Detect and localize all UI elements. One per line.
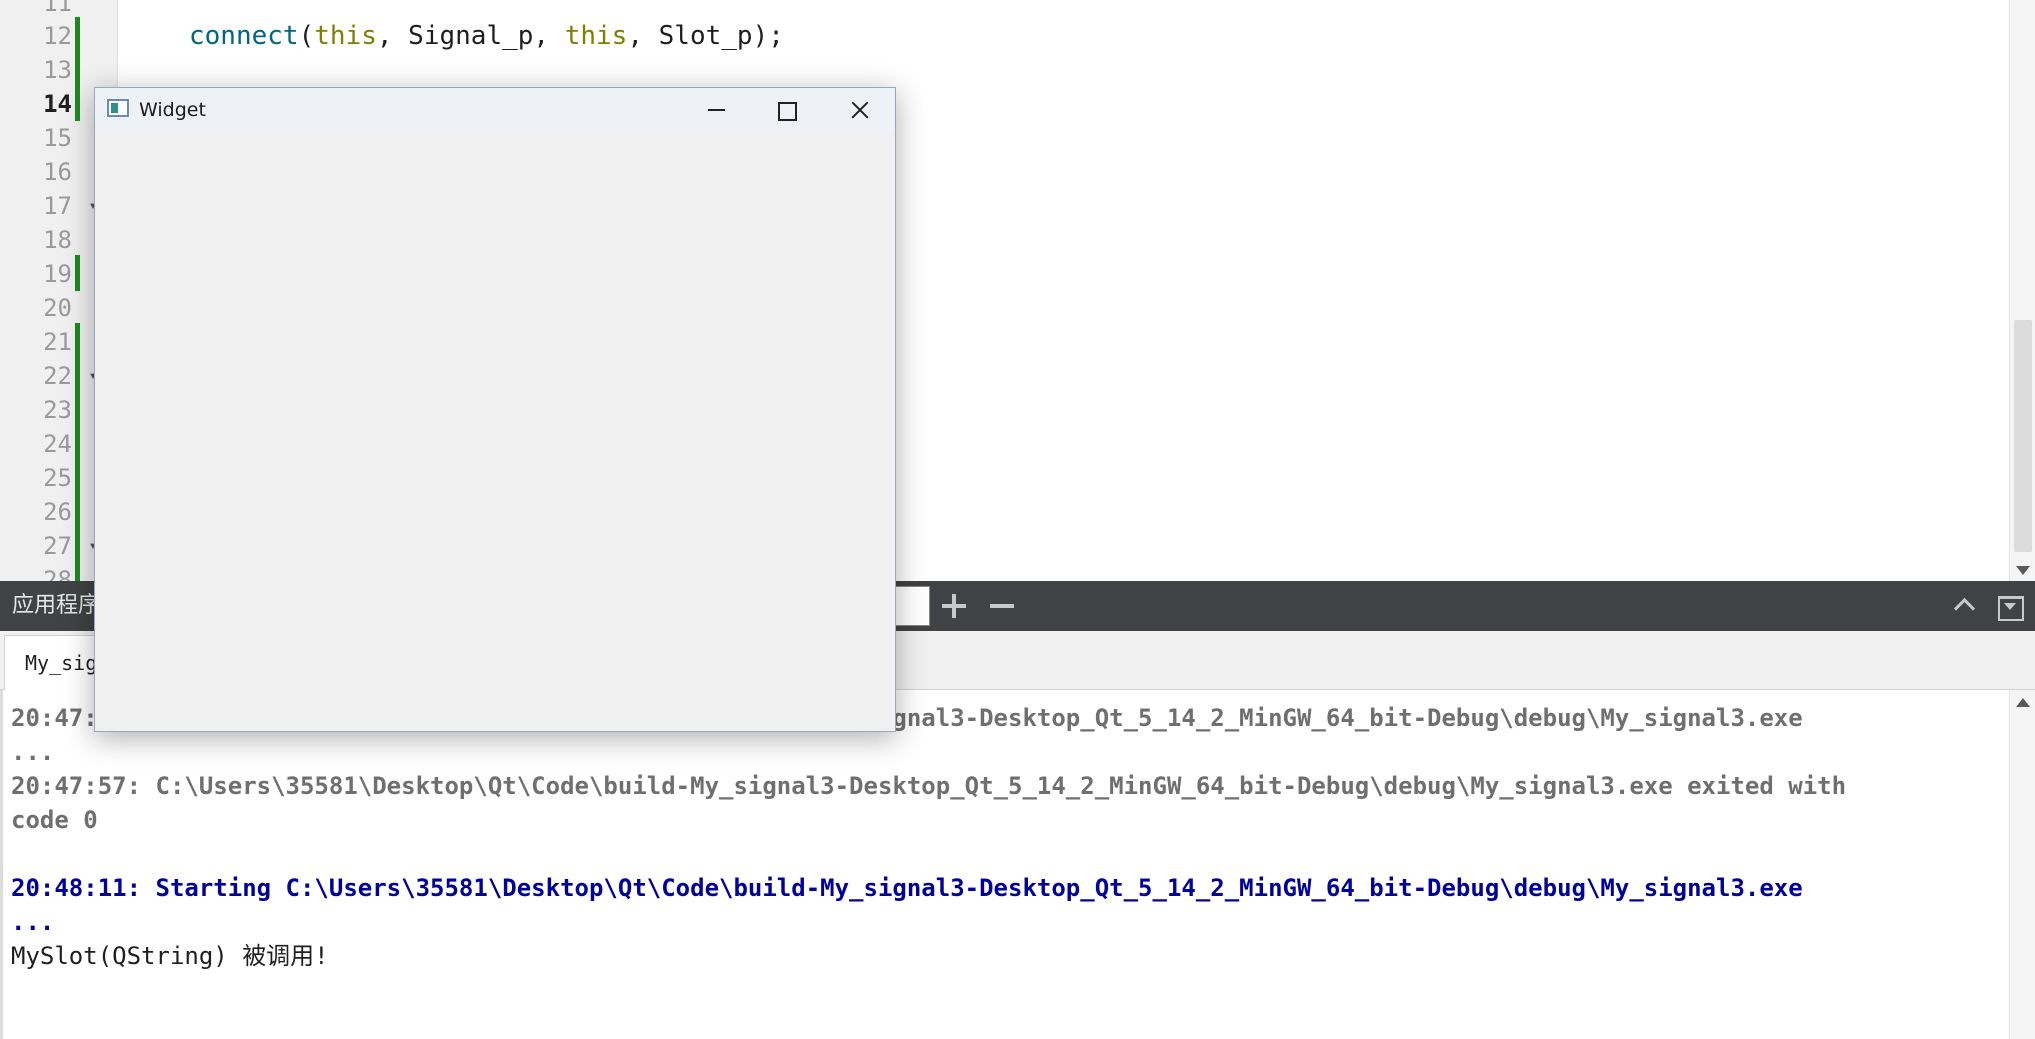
line-number: 18 (43, 226, 72, 254)
line-number: 16 (43, 158, 72, 186)
maximize-icon[interactable] (751, 88, 821, 132)
code-token-identifier: Slot_p (658, 21, 753, 51)
collapse-up-icon[interactable] (1948, 590, 1980, 622)
output-line-ellipsis: ... (11, 908, 55, 936)
output-line-program: MySlot(QString) 被调用! (11, 942, 329, 970)
line-number: 22 (43, 362, 72, 390)
code-token-punct: , (533, 21, 565, 51)
output-line-start: 20:48:11: Starting C:\Users\35581\Deskto… (11, 874, 1803, 902)
code-token-function: connect (189, 21, 299, 51)
app-window-icon (107, 99, 129, 117)
scroll-down-icon[interactable] (2016, 566, 2030, 575)
line-number: 17 (43, 192, 72, 220)
code-token-keyword: this (564, 21, 628, 51)
output-scrollbar[interactable] (2009, 690, 2035, 1039)
line-number: 26 (43, 498, 72, 526)
window-title: Widget (139, 99, 206, 121)
line-number: 11 (43, 0, 72, 17)
change-marker (75, 17, 80, 121)
line-number: 24 (43, 430, 72, 458)
widget-window[interactable]: Widget (94, 87, 896, 732)
line-number: 20 (43, 294, 72, 322)
line-number: 28 (43, 566, 72, 581)
minimize-icon[interactable] (681, 88, 751, 132)
code-token-identifier: Signal_p (408, 21, 534, 51)
line-number: 23 (43, 396, 72, 424)
line-number: 13 (43, 56, 72, 84)
window-client-area[interactable] (95, 132, 895, 731)
code-token-punct: ); (752, 21, 784, 51)
add-icon[interactable] (938, 590, 970, 622)
output-line-exit-code: code 0 (11, 806, 98, 834)
line-number: 12 (43, 22, 72, 50)
editor-scrollbar[interactable] (2009, 0, 2035, 581)
editor-scrollbar-thumb[interactable] (2014, 320, 2032, 552)
output-line-exit: 20:47:57: C:\Users\35581\Desktop\Qt\Code… (11, 772, 1847, 800)
code-token-punct: , (376, 21, 409, 51)
pane-menu-icon[interactable] (1993, 590, 2025, 622)
line-number: 27 (43, 532, 72, 560)
code-token-punct: , (627, 21, 659, 51)
code-token-keyword: this (314, 21, 377, 51)
window-titlebar[interactable]: Widget (95, 88, 895, 132)
line-number-current: 14 (43, 90, 72, 118)
line-number: 19 (43, 260, 72, 288)
output-line-ellipsis: ... (11, 738, 55, 766)
line-number: 21 (43, 328, 72, 356)
application-output[interactable]: 20:47:57: Starting C:\Users\35581\Deskto… (0, 690, 2035, 1039)
line-number: 15 (43, 124, 72, 152)
code-line: connect(this, Signal_p, this, Slot_p); (189, 19, 784, 53)
change-marker (75, 323, 80, 581)
code-token-punct: ( (298, 21, 315, 51)
line-number: 25 (43, 464, 72, 492)
scroll-up-icon[interactable] (2016, 698, 2030, 707)
change-marker (75, 255, 80, 291)
close-icon[interactable] (825, 88, 895, 132)
remove-icon[interactable] (986, 590, 1018, 622)
